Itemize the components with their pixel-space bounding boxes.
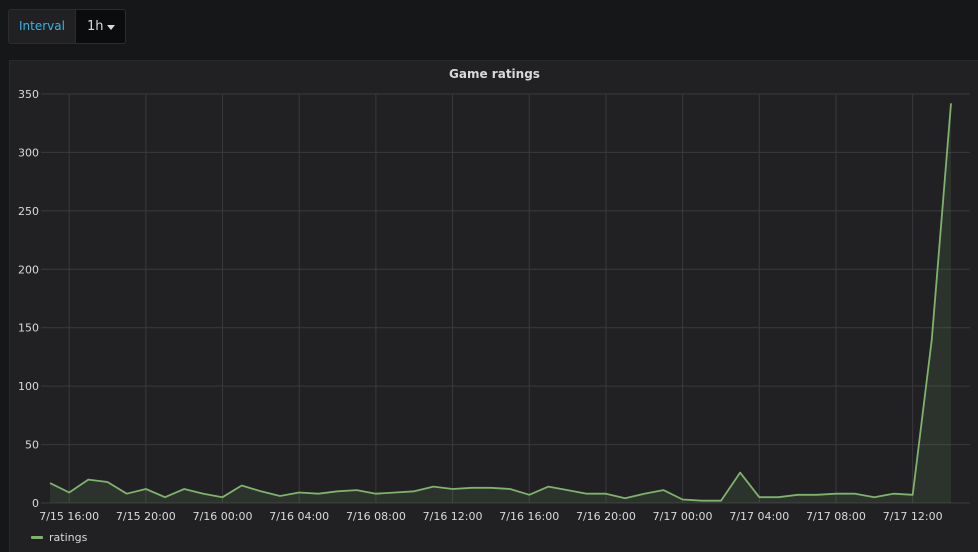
- data-point: [316, 492, 320, 496]
- data-point: [86, 478, 90, 482]
- data-point: [604, 492, 608, 496]
- y-tick-label: 350: [18, 88, 39, 101]
- data-point: [546, 485, 550, 489]
- interval-label: Interval: [8, 9, 75, 44]
- data-point: [412, 489, 416, 493]
- data-point: [106, 480, 110, 484]
- y-tick-label: 200: [18, 263, 39, 276]
- data-point: [508, 487, 512, 491]
- data-point: [67, 490, 71, 494]
- data-point: [163, 495, 167, 499]
- interval-dropdown[interactable]: 1h: [74, 9, 127, 44]
- x-tick-label: 7/16 12:00: [423, 510, 483, 523]
- legend-swatch: [31, 536, 43, 539]
- data-point: [911, 493, 915, 497]
- y-tick-label: 150: [18, 322, 39, 335]
- data-point: [431, 485, 435, 489]
- data-point: [949, 101, 953, 105]
- data-point: [566, 488, 570, 492]
- data-point: [240, 483, 244, 487]
- data-point: [930, 337, 934, 341]
- x-tick-label: 7/16 04:00: [269, 510, 329, 523]
- data-point: [872, 495, 876, 499]
- data-point: [278, 494, 282, 498]
- legend: ratings: [31, 531, 87, 544]
- data-point: [891, 492, 895, 496]
- ratings-chart: 0 50 100 150 200 250 300 350 7/15 16:00 7/15 20:0…: [18, 88, 970, 523]
- data-point: [681, 497, 685, 501]
- data-point: [336, 489, 340, 493]
- data-point: [834, 492, 838, 496]
- y-tick-label: 100: [18, 380, 39, 393]
- data-point: [374, 492, 378, 496]
- data-point: [661, 488, 665, 492]
- data-point: [853, 492, 857, 496]
- data-point: [527, 493, 531, 497]
- data-point: [642, 492, 646, 496]
- data-point: [585, 492, 589, 496]
- data-point: [297, 490, 301, 494]
- data-point: [451, 487, 455, 491]
- data-point: [355, 488, 359, 492]
- y-tick-label: 50: [25, 439, 39, 452]
- x-tick-label: 7/16 20:00: [576, 510, 636, 523]
- data-point: [259, 489, 263, 493]
- data-point: [623, 496, 627, 500]
- series-line-ratings: [49, 103, 952, 502]
- legend-label-ratings[interactable]: ratings: [49, 531, 87, 544]
- data-point: [48, 481, 52, 485]
- x-tick-label: 7/16 16:00: [499, 510, 559, 523]
- x-tick-label: 7/15 16:00: [39, 510, 99, 523]
- x-tick-label: 7/17 08:00: [806, 510, 866, 523]
- data-point: [738, 471, 742, 475]
- y-tick-label: 250: [18, 205, 39, 218]
- x-tick-label: 7/17 00:00: [653, 510, 713, 523]
- data-point: [182, 487, 186, 491]
- data-point: [776, 495, 780, 499]
- x-tick-label: 7/15 20:00: [116, 510, 176, 523]
- data-point: [125, 492, 129, 496]
- data-point: [221, 495, 225, 499]
- x-tick-label: 7/16 08:00: [346, 510, 406, 523]
- interval-picker: Interval 1h: [8, 9, 127, 44]
- x-tick-label: 7/17 12:00: [883, 510, 943, 523]
- x-tick-label: 7/16 00:00: [193, 510, 253, 523]
- y-tick-label: 0: [32, 497, 39, 510]
- data-point: [796, 493, 800, 497]
- data-point: [144, 487, 148, 491]
- data-point: [470, 486, 474, 490]
- x-tick-label: 7/17 04:00: [729, 510, 789, 523]
- chart-panel: Game ratings 0 50 100 150 200 250 300 350 7/15 1…: [9, 60, 978, 552]
- interval-value: 1h: [86, 19, 104, 34]
- data-point: [393, 490, 397, 494]
- data-point: [719, 499, 723, 503]
- data-point: [700, 499, 704, 503]
- data-point: [489, 486, 493, 490]
- data-point: [757, 495, 761, 499]
- y-tick-label: 300: [18, 146, 39, 159]
- data-point: [815, 493, 819, 497]
- data-point: [201, 492, 205, 496]
- series-area-ratings: [50, 103, 951, 504]
- caret-down-icon: [107, 24, 116, 30]
